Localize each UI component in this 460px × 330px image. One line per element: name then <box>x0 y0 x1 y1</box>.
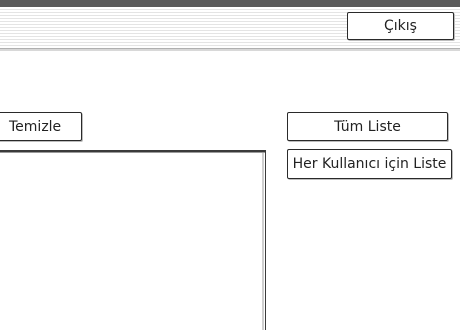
exit-button[interactable]: Çıkış <box>347 12 454 40</box>
clear-button[interactable]: Temizle <box>0 112 82 141</box>
list-box[interactable] <box>0 150 266 330</box>
per-user-list-button[interactable]: Her Kullanıcı için Liste <box>287 149 452 179</box>
exit-button-label: Çıkış <box>384 18 417 34</box>
screen: Çıkış Temizle Tüm Liste Her Kullanıcı iç… <box>0 0 460 330</box>
clear-button-label: Temizle <box>9 118 62 135</box>
per-user-list-button-label: Her Kullanıcı için Liste <box>292 156 447 172</box>
all-list-button[interactable]: Tüm Liste <box>287 112 448 141</box>
all-list-button-label: Tüm Liste <box>334 118 401 135</box>
title-strip <box>0 0 460 7</box>
